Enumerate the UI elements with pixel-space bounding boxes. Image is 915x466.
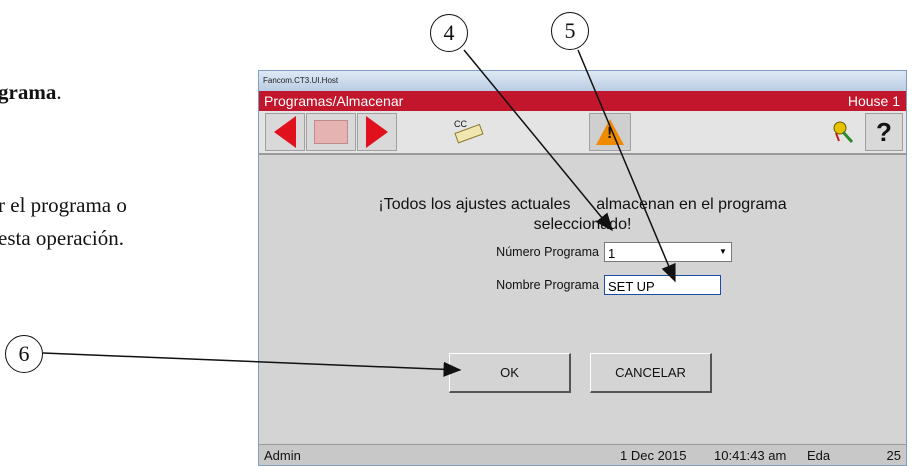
arrow-right-icon [366,116,388,148]
list-icon [314,120,348,144]
program-name-input[interactable]: SET UP [604,275,721,295]
house-label[interactable]: House 1 [848,93,900,109]
help-button[interactable]: ? [865,113,903,151]
warning-icon: ! [596,119,624,145]
chevron-down-icon[interactable]: ▼ [717,244,729,260]
copy-button[interactable]: CC [441,113,495,151]
app-header: Programas/Almacenar House 1 [259,91,906,111]
status-date: 1 Dec 2015 [620,448,687,463]
help-icon: ? [876,116,892,147]
ok-button[interactable]: OK [449,353,571,393]
doc-text-line-3: esta operación. [0,226,124,250]
key-icon [833,121,854,144]
window-titlebar: Fancom.CT3.UI.Host [259,71,906,91]
callout-6: 6 [5,335,43,373]
program-number-select[interactable]: 1 ▼ [604,242,732,262]
previous-button[interactable] [265,113,305,151]
doc-text-line-1: grama. [0,80,62,104]
login-button[interactable] [824,113,862,151]
alarm-button[interactable]: ! [589,113,631,151]
window-title: Fancom.CT3.UI.Host [263,76,339,85]
toolbar: CC ! ? [259,111,906,155]
status-time: 10:41:43 am [714,448,787,463]
page-title: Programas/Almacenar [264,93,404,109]
cancel-button[interactable]: CANCELAR [590,353,712,393]
arrow-left-icon [274,116,296,148]
doc-text-line-2: r el programa o [0,193,127,217]
svg-text:CC: CC [454,119,467,129]
list-button[interactable] [306,113,356,151]
next-button[interactable] [357,113,397,151]
status-number: 25 [886,448,901,463]
status-user: Admin [264,448,301,463]
program-name-label: Nombre Programa [496,278,599,292]
info-message: ¡Todos los ajustes actuales se almacenan… [378,196,787,233]
callout-5: 5 [551,12,589,50]
status-mode: Eda [807,448,831,463]
status-bar: Admin 1 Dec 2015 10:41:43 am Eda 25 [259,444,906,465]
callout-4: 4 [430,14,468,52]
program-number-label: Número Programa [496,245,599,259]
cc-copy-icon: CC [454,119,484,144]
app-window: Fancom.CT3.UI.Host Programas/Almacenar H… [258,70,907,466]
content-panel: ¡Todos los ajustes actuales se almacenan… [259,155,906,445]
